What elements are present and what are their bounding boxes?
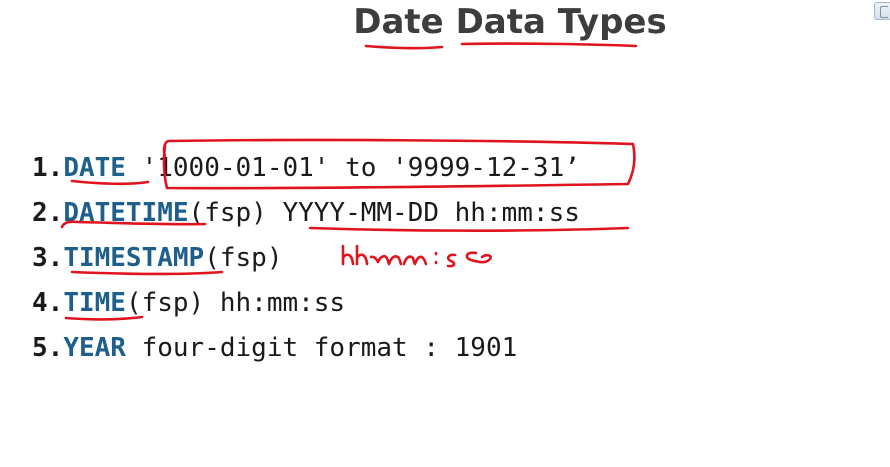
title-underline-left — [364, 44, 444, 50]
keyword-datetime: DATETIME — [63, 198, 189, 228]
item-description: (fsp) YYYY-MM-DD hh:mm:ss — [188, 198, 580, 228]
item-description: (fsp) hh:mm:ss — [125, 288, 346, 318]
sidebar-toggle-icon[interactable] — [874, 2, 890, 20]
keyword-year: YEAR — [63, 333, 126, 363]
slide-title: Date Data Types — [353, 2, 667, 42]
keyword-timestamp: TIMESTAMP — [63, 243, 205, 273]
item-number: 4. — [32, 288, 64, 318]
item-description: (fsp) — [204, 243, 283, 273]
item-description: '1000-01-01' to '9999-12-31’ — [125, 153, 580, 183]
item-number: 3. — [32, 243, 64, 273]
list-item: 1.DATE '1000-01-01' to '9999-12-31’ — [32, 146, 580, 191]
item-number: 2. — [32, 198, 64, 228]
list-item: 2.DATETIME(fsp) YYYY-MM-DD hh:mm:ss — [32, 191, 580, 236]
list-item: 3.TIMESTAMP(fsp) — [32, 236, 580, 281]
item-description: four-digit format : 1901 — [125, 333, 518, 363]
list-item: 4.TIME(fsp) hh:mm:ss — [32, 281, 580, 326]
slide: Date Data Types 1.DATE '1000-01-01' to '… — [0, 0, 890, 467]
date-type-list: 1.DATE '1000-01-01' to '9999-12-31’ 2.DA… — [32, 146, 580, 371]
item-number: 5. — [32, 333, 64, 363]
keyword-time: TIME — [63, 288, 126, 318]
list-item: 5.YEAR four-digit format : 1901 — [32, 326, 580, 371]
item-number: 1. — [32, 153, 64, 183]
title-underline-right — [460, 42, 638, 48]
keyword-date: DATE — [63, 153, 126, 183]
